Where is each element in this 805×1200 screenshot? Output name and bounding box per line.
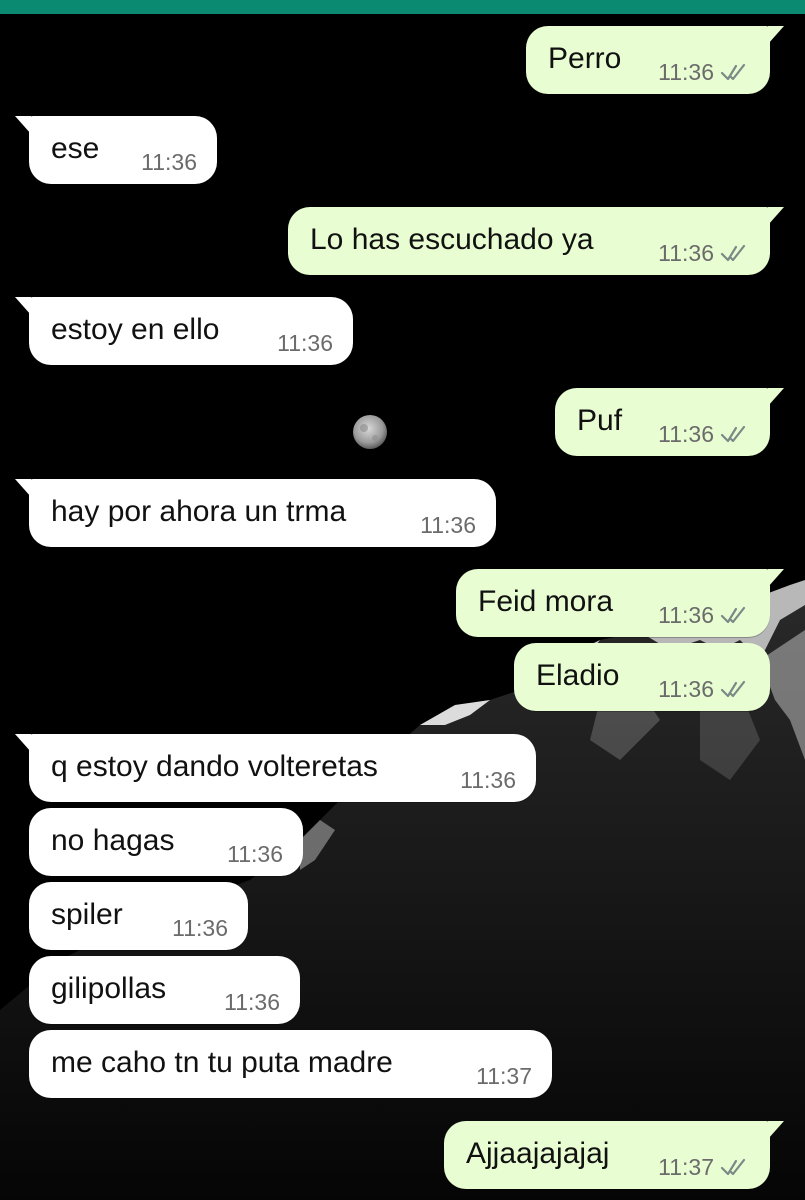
read-check-icon <box>720 1158 746 1176</box>
outgoing-message-bubble[interactable]: Perro 11:36 <box>526 26 784 94</box>
outgoing-message-bubble[interactable]: Ajjaajajajaj 11:37 <box>444 1121 784 1189</box>
message-time: 11:36 <box>420 512 476 538</box>
message-time: 11:36 <box>141 149 197 175</box>
incoming-message-bubble[interactable]: gilipollas 11:36 <box>29 956 300 1024</box>
message-text: Feid mora <box>478 585 614 618</box>
message-text: Perro <box>548 42 622 75</box>
outgoing-message-bubble[interactable]: Lo has escuchado ya 11:36 <box>288 207 784 275</box>
message-time: 11:36 <box>658 602 714 628</box>
message-time: 11:36 <box>172 915 228 941</box>
message-text: Ajjaajajajaj <box>466 1137 610 1170</box>
incoming-message-bubble[interactable]: estoy en ello 11:36 <box>15 297 353 365</box>
message-text: spiler <box>51 898 123 931</box>
outgoing-message-bubble[interactable]: Puf 11:36 <box>555 388 784 456</box>
message-text: me caho tn tu puta madre <box>51 1046 393 1079</box>
message-time: 11:36 <box>658 59 714 85</box>
message-text: estoy en ello <box>51 313 220 346</box>
read-check-icon <box>720 63 746 81</box>
message-text: hay por ahora un trma <box>51 495 347 528</box>
read-check-icon <box>720 680 746 698</box>
incoming-message-bubble[interactable]: hay por ahora un trma 11:36 <box>15 479 496 547</box>
read-check-icon <box>720 425 746 443</box>
message-time: 11:36 <box>658 240 714 266</box>
message-time: 11:36 <box>227 841 283 867</box>
message-time: 11:37 <box>476 1063 532 1089</box>
outgoing-message-bubble[interactable]: Feid mora 11:36 <box>456 569 784 637</box>
message-list: Perro 11:36 ese 11:36 Lo has escuchado y… <box>0 0 805 1200</box>
incoming-message-bubble[interactable]: ese 11:36 <box>15 116 217 184</box>
message-text: Puf <box>577 404 623 437</box>
read-check-icon <box>720 244 746 262</box>
incoming-message-bubble[interactable]: spiler 11:36 <box>29 882 248 950</box>
message-text: Lo has escuchado ya <box>310 223 594 256</box>
message-time: 11:36 <box>277 330 333 356</box>
message-text: Eladio <box>536 659 620 692</box>
message-time: 11:36 <box>658 676 714 702</box>
message-time: 11:36 <box>460 767 516 793</box>
message-time: 11:36 <box>658 421 714 447</box>
incoming-message-bubble[interactable]: q estoy dando volteretas 11:36 <box>15 734 536 802</box>
outgoing-message-bubble[interactable]: Eladio 11:36 <box>514 643 770 711</box>
read-check-icon <box>720 606 746 624</box>
message-text: q estoy dando volteretas <box>51 750 378 783</box>
message-time: 11:36 <box>224 989 280 1015</box>
message-time: 11:37 <box>658 1154 714 1180</box>
message-text: ese <box>51 132 100 165</box>
message-text: no hagas <box>51 824 175 857</box>
incoming-message-bubble[interactable]: me caho tn tu puta madre 11:37 <box>29 1030 552 1098</box>
incoming-message-bubble[interactable]: no hagas 11:36 <box>29 808 303 876</box>
message-text: gilipollas <box>51 972 167 1005</box>
